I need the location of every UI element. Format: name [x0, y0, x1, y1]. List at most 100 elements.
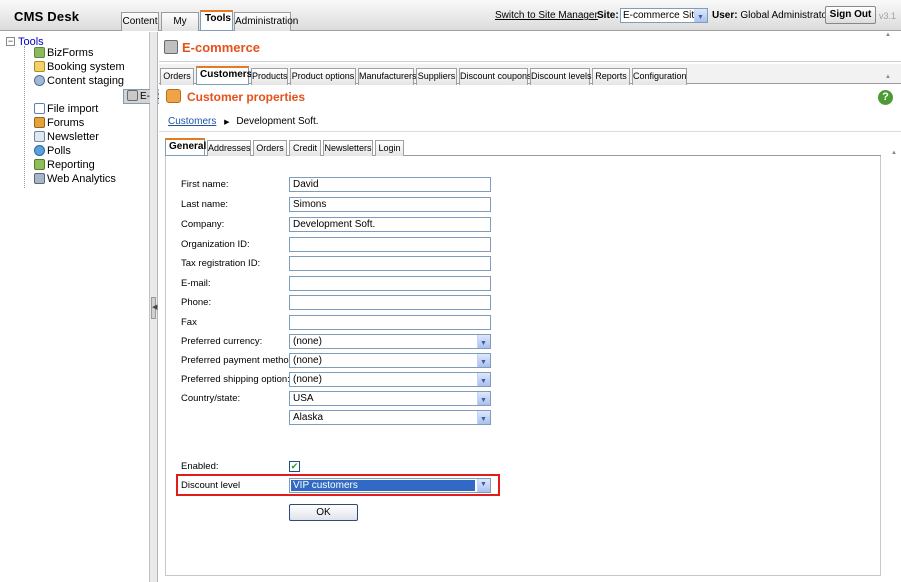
currency-label: Preferred currency: [181, 336, 263, 347]
staging-icon [34, 75, 45, 86]
scroll-up-icon[interactable]: ▲ [885, 32, 891, 38]
discount-level-label: Discount level [181, 480, 241, 491]
tab-orders[interactable]: Orders [160, 68, 194, 85]
discount-level-value: VIP customers [291, 480, 475, 491]
customer-sub-tabs: General Addresses Orders Credit Newslett… [165, 138, 897, 156]
fax-label: Fax [181, 317, 197, 328]
enabled-checkbox[interactable]: ✔ [289, 461, 300, 472]
top-tab-tools[interactable]: Tools [200, 10, 233, 31]
top-tab-content[interactable]: Content [121, 12, 159, 31]
tree-item-bizforms[interactable]: BizForms [34, 47, 93, 61]
tree-item-newsletter[interactable]: Newsletter [34, 131, 99, 145]
customer-icon [166, 89, 181, 103]
fax-input[interactable] [289, 315, 491, 330]
scroll-up-icon[interactable]: ▲ [891, 150, 897, 156]
site-select-value: E-commerce Site [623, 10, 700, 21]
tab-product-options[interactable]: Product options [290, 68, 356, 85]
subtab-credit[interactable]: Credit [289, 140, 321, 156]
calendar-icon [34, 61, 45, 72]
help-icon[interactable]: ? [878, 90, 893, 105]
user-name: Global Administrator [740, 10, 831, 21]
module-header: E-commerce ▲ [159, 32, 901, 62]
envelope-icon [34, 131, 45, 142]
state-value: Alaska [293, 412, 324, 423]
enabled-label: Enabled: [181, 461, 219, 472]
tree-item-label: Reporting [47, 159, 95, 171]
tab-discount-coupons[interactable]: Discount coupons [459, 68, 532, 85]
site-select[interactable]: E-commerce Site [620, 8, 708, 24]
tab-customers[interactable]: Customers [196, 66, 252, 85]
tree-item-label: File import [47, 103, 99, 115]
shipping-label: Preferred shipping option: [181, 374, 290, 385]
tree-item-label: Polls [47, 145, 71, 157]
currency-select[interactable]: (none) [289, 334, 491, 350]
tree-item-label: Content staging [47, 75, 125, 87]
tree-item-label: Forums [47, 117, 85, 129]
email-label: E-mail: [181, 278, 211, 289]
module-tabs: Orders Customers Products Product option… [159, 64, 901, 85]
top-tab-my-desk[interactable]: My Desk [161, 12, 199, 44]
company-input[interactable]: Development Soft. [289, 217, 491, 232]
first-name-input[interactable]: David [289, 177, 491, 192]
payment-select[interactable]: (none) [289, 353, 491, 369]
subtab-general[interactable]: General [165, 138, 206, 156]
tab-discount-levels[interactable]: Discount levels [530, 68, 592, 85]
tree-item-forums[interactable]: Forums [34, 117, 84, 131]
page-title: Customer properties [187, 90, 306, 104]
discount-level-select[interactable]: VIP customers [289, 478, 491, 493]
tab-reports[interactable]: Reports [592, 68, 630, 85]
tree-item-reporting[interactable]: Reporting [34, 159, 95, 173]
customer-form: First name: David Last name: Simons Comp… [165, 156, 881, 576]
company-label: Company: [181, 219, 225, 230]
tree-item-file-import[interactable]: File import [34, 103, 98, 117]
email-input[interactable] [289, 276, 491, 291]
user-info: User: Global Administrator [712, 10, 830, 21]
top-tab-administration[interactable]: Administration [234, 12, 298, 31]
last-name-input[interactable]: Simons [289, 197, 491, 212]
shipping-value: (none) [293, 374, 322, 385]
analytics-icon [34, 173, 45, 184]
state-select[interactable]: Alaska [289, 410, 491, 426]
tab-configuration[interactable]: Configuration [632, 68, 687, 85]
breadcrumb: Customers ▶ Development Soft. [168, 116, 319, 127]
subtab-login[interactable]: Login [375, 140, 404, 156]
breadcrumb-customers-link[interactable]: Customers [168, 116, 216, 127]
breadcrumb-current: Development Soft. [236, 116, 319, 127]
tree-item-booking-system[interactable]: Booking system [34, 61, 125, 75]
tab-products[interactable]: Products [251, 68, 288, 85]
switch-site-manager-link[interactable]: Switch to Site Manager [495, 10, 598, 21]
poll-icon [34, 145, 45, 156]
organization-id-input[interactable] [289, 237, 491, 252]
tree-item-web-analytics[interactable]: Web Analytics [34, 173, 116, 187]
subtab-orders[interactable]: Orders [253, 140, 287, 156]
country-select[interactable]: USA [289, 391, 491, 407]
collapse-pane-icon[interactable]: ◀ [151, 297, 157, 319]
scroll-up-icon[interactable]: ▲ [885, 74, 891, 80]
tools-tree: − Tools BizForms Booking system Content s… [0, 32, 325, 582]
last-name-label: Last name: [181, 199, 228, 210]
tax-id-input[interactable] [289, 256, 491, 271]
chevron-down-icon [477, 411, 490, 426]
divider [159, 131, 901, 132]
tree-item-label: Web Analytics [47, 173, 116, 185]
tree-item-polls[interactable]: Polls [34, 145, 71, 159]
tax-id-label: Tax registration ID: [181, 258, 261, 269]
ok-button[interactable]: OK [289, 504, 358, 521]
tab-suppliers[interactable]: Suppliers [416, 68, 457, 85]
phone-input[interactable] [289, 295, 491, 310]
tree-item-content-staging[interactable]: Content staging [34, 75, 124, 89]
collapse-icon[interactable]: − [6, 37, 15, 46]
phone-label: Phone: [181, 297, 212, 308]
tab-manufacturers[interactable]: Manufacturers [358, 68, 417, 85]
module-title: E-commerce [182, 40, 261, 55]
tree-item-label: Booking system [47, 61, 125, 73]
subtab-addresses[interactable]: Addresses [207, 140, 251, 156]
payment-label: Preferred payment method: [181, 355, 297, 366]
first-name-label: First name: [181, 179, 229, 190]
sign-out-button[interactable]: Sign Out [825, 6, 876, 24]
pane-splitter[interactable]: ◀ [150, 32, 158, 582]
shipping-select[interactable]: (none) [289, 372, 491, 388]
chevron-down-icon [477, 354, 490, 369]
subtab-newsletters[interactable]: Newsletters [323, 140, 373, 156]
tree-item-label: BizForms [47, 47, 94, 59]
